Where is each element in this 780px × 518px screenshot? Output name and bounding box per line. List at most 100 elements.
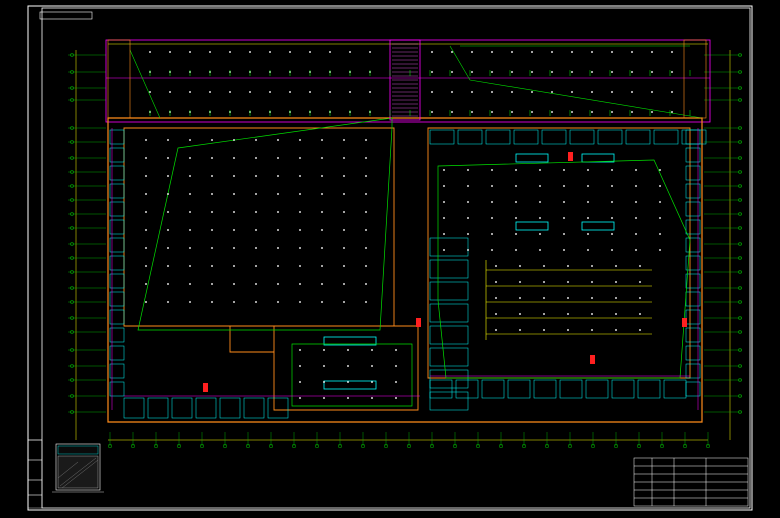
red-fixture	[416, 318, 421, 327]
column-dot-south	[395, 381, 397, 383]
column-dot-west	[211, 265, 213, 267]
column-dot-top	[511, 111, 513, 113]
column-dot-west	[343, 265, 345, 267]
column-dot-east	[659, 217, 661, 219]
column-dot-east	[659, 249, 661, 251]
column-dot-west	[233, 229, 235, 231]
column-dot-east	[587, 249, 589, 251]
column-dot-top	[229, 91, 231, 93]
column-dot-west	[167, 265, 169, 267]
column-dot-top	[451, 51, 453, 53]
column-dot-west	[189, 265, 191, 267]
column-dot-west	[211, 247, 213, 249]
column-dot-west	[167, 175, 169, 177]
column-dot-top	[631, 71, 633, 73]
column-dot-top	[471, 51, 473, 53]
column-dot-east	[611, 185, 613, 187]
column-dot-west	[321, 301, 323, 303]
column-dot-east	[611, 169, 613, 171]
column-dot-top	[189, 51, 191, 53]
column-dot-top	[631, 51, 633, 53]
column-dot-west	[167, 139, 169, 141]
column-dot-west	[365, 193, 367, 195]
column-dot-west	[365, 229, 367, 231]
column-dot-west	[189, 211, 191, 213]
column-dot-top	[531, 51, 533, 53]
column-dot-east-lower	[615, 265, 617, 267]
column-dot-top	[671, 91, 673, 93]
column-dot-east-lower	[591, 329, 593, 331]
column-dot-west	[167, 157, 169, 159]
column-dot-west	[211, 157, 213, 159]
column-dot-west	[211, 139, 213, 141]
column-dot-south	[299, 397, 301, 399]
column-dot-east-lower	[591, 313, 593, 315]
column-dot-west	[255, 301, 257, 303]
column-dot-top	[551, 71, 553, 73]
column-dot-east-lower	[639, 297, 641, 299]
column-dot-east	[659, 169, 661, 171]
column-dot-east	[563, 185, 565, 187]
column-dot-top	[249, 91, 251, 93]
column-dot-top	[451, 71, 453, 73]
column-dot-west	[233, 301, 235, 303]
column-dot-east	[563, 249, 565, 251]
column-dot-west	[343, 175, 345, 177]
column-dot-top	[289, 91, 291, 93]
column-dot-top	[651, 51, 653, 53]
column-dot-south	[323, 397, 325, 399]
column-dot-east	[491, 201, 493, 203]
column-dot-top	[571, 111, 573, 113]
column-dot-east-lower	[495, 329, 497, 331]
column-dot-top	[671, 71, 673, 73]
column-dot-west	[145, 139, 147, 141]
column-dot-west	[277, 139, 279, 141]
column-dot-west	[321, 175, 323, 177]
column-dot-top	[551, 91, 553, 93]
column-dot-east	[635, 201, 637, 203]
column-dot-west	[277, 211, 279, 213]
column-dot-west	[321, 247, 323, 249]
column-dot-west	[211, 283, 213, 285]
column-dot-top	[611, 111, 613, 113]
column-dot-top	[671, 51, 673, 53]
column-dot-west	[189, 229, 191, 231]
column-dot-east	[659, 185, 661, 187]
column-dot-west	[233, 193, 235, 195]
column-dot-east	[443, 201, 445, 203]
column-dot-west	[299, 193, 301, 195]
column-dot-top	[349, 91, 351, 93]
column-dot-east-lower	[543, 265, 545, 267]
column-dot-west	[277, 283, 279, 285]
column-dot-east-lower	[591, 297, 593, 299]
column-dot-west	[277, 301, 279, 303]
column-dot-west	[189, 247, 191, 249]
column-dot-top	[369, 91, 371, 93]
column-dot-west	[255, 247, 257, 249]
column-dot-top	[169, 51, 171, 53]
column-dot-west	[233, 175, 235, 177]
column-dot-west	[189, 175, 191, 177]
column-dot-south	[371, 349, 373, 351]
column-dot-east-lower	[543, 313, 545, 315]
column-dot-east	[491, 249, 493, 251]
cad-drawing-canvas	[0, 0, 780, 518]
column-dot-west	[145, 211, 147, 213]
column-dot-west	[145, 175, 147, 177]
column-dot-west	[321, 157, 323, 159]
column-dot-west	[167, 301, 169, 303]
column-dot-west	[167, 211, 169, 213]
column-dot-west	[343, 247, 345, 249]
column-dot-west	[255, 157, 257, 159]
column-dot-east-lower	[519, 329, 521, 331]
column-dot-top	[591, 111, 593, 113]
column-dot-top	[451, 111, 453, 113]
column-dot-south	[395, 349, 397, 351]
column-dot-south	[347, 381, 349, 383]
column-dot-east	[467, 233, 469, 235]
column-dot-top	[531, 91, 533, 93]
column-dot-top	[651, 91, 653, 93]
column-dot-east	[563, 233, 565, 235]
column-dot-west	[365, 139, 367, 141]
column-dot-top	[149, 51, 151, 53]
